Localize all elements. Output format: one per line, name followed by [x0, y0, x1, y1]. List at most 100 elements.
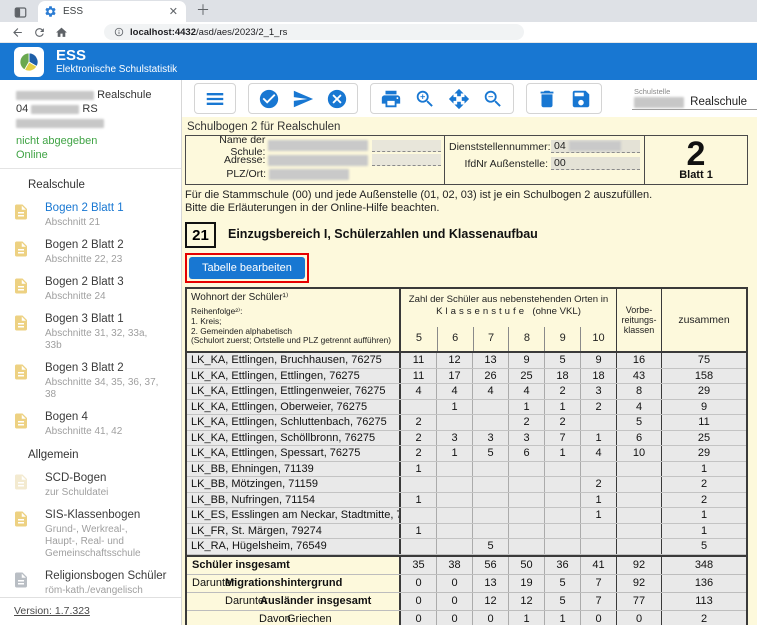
table-cell [401, 508, 437, 523]
adresse-field-2[interactable] [372, 154, 441, 166]
status-submission: nicht abgegeben [16, 134, 181, 148]
table-cell: 38 [437, 557, 473, 574]
section-title: Einzugsbereich I, Schülerzahlen und Klas… [228, 227, 538, 241]
ess-logo-icon [14, 47, 44, 77]
tab-actions-icon[interactable] [6, 3, 34, 21]
info-icon[interactable] [114, 27, 124, 37]
table-cell: 4 [509, 384, 545, 399]
dienststellennummer-label: Dienststellennummer: [449, 141, 551, 153]
sidebar-item[interactable]: SCD-Bogenzur Schuldatei [0, 467, 181, 504]
table-cell [545, 539, 581, 554]
table-cell: 3 [509, 431, 545, 446]
sidebar: Realschule 04 RS nicht abgegeben Online … [0, 80, 182, 625]
table-row-label: LK_KA, Ettlingen, Oberweier, 76275 [187, 400, 401, 415]
table-cell: 1 [581, 431, 617, 446]
table-cell: 7 [581, 575, 617, 592]
table-row-label: LK_BB, Mötzingen, 71159 [187, 477, 401, 492]
table-cell: 12 [473, 593, 509, 610]
schulstelle-select[interactable]: Schulstelle Realschule ▼ [632, 87, 757, 110]
cancel-circle-button[interactable] [326, 88, 348, 110]
plz-label: PLZ/Ort: [189, 168, 269, 180]
table-row-label: LK_KA, Ettlingen, Ettlingen, 76275 [187, 369, 401, 384]
sidebar-section-title: Allgemein [0, 443, 181, 467]
url-field[interactable]: localhost:4432/asd/aes/2023/2_1_rs [104, 24, 524, 40]
back-icon[interactable] [8, 24, 26, 40]
sidebar-item[interactable]: Bogen 3 Blatt 2Abschnitte 34, 35, 36, 37… [0, 357, 181, 406]
table-cell: 41 [581, 557, 617, 574]
refresh-icon[interactable] [30, 24, 48, 40]
table-cell: 11 [401, 353, 437, 368]
dienststellennummer-field[interactable]: 04 [551, 140, 640, 153]
sidebar-item[interactable]: SIS-KlassenbogenGrund-, Werkreal-, Haupt… [0, 504, 181, 565]
table-cell: 2 [545, 415, 581, 430]
table-cell: 4 [437, 384, 473, 399]
plz-field[interactable] [269, 169, 349, 180]
sidebar-item[interactable]: Bogen 4Abschnitte 41, 42 [0, 406, 181, 443]
section-number-box: 21 [185, 222, 216, 248]
table-cell: 5 [473, 446, 509, 461]
sidebar-item-subtitle: Abschnitte 31, 32, 33a, 33b [45, 328, 163, 352]
delete-button[interactable] [536, 88, 558, 110]
table-cell: 16 [617, 353, 662, 368]
table-cell: 1 [401, 493, 437, 508]
table-row: LK_BB, Mötzingen, 7115922 [187, 477, 746, 493]
table-row-label: LK_BB, Nufringen, 71154 [187, 493, 401, 508]
table-cell: 0 [473, 611, 509, 625]
table-cell: 113 [662, 593, 746, 610]
sidebar-item-subtitle: Abschnitte 41, 42 [45, 426, 163, 438]
ifdnr-field[interactable]: 00 [551, 157, 640, 170]
table-cell [617, 493, 662, 508]
table-cell [545, 493, 581, 508]
adresse-field[interactable] [268, 155, 367, 166]
send-button[interactable] [292, 88, 314, 110]
move-button[interactable] [448, 88, 470, 110]
table-cell [617, 477, 662, 492]
name-field-2[interactable] [372, 140, 441, 152]
table-row: LK_KA, Ettlingen, Ettlingenweier, 762754… [187, 384, 746, 400]
table-row: LK_ES, Esslingen am Neckar, Stadtmitte, … [187, 508, 746, 524]
home-icon[interactable] [52, 24, 70, 40]
browser-tab[interactable]: ESS ✕ [38, 1, 186, 22]
table-cell: 1 [662, 508, 746, 523]
table-cell: 5 [545, 353, 581, 368]
table-cell: 5 [617, 415, 662, 430]
sheet-label: Blatt 1 [679, 169, 713, 181]
table-cell [437, 493, 473, 508]
table-cell: 0 [617, 611, 662, 625]
sidebar-item[interactable]: Bogen 2 Blatt 1Abschnitt 21 [0, 197, 181, 234]
check-circle-button[interactable] [258, 88, 280, 110]
table-cell: 18 [581, 369, 617, 384]
sidebar-item[interactable]: Bogen 2 Blatt 3Abschnitte 24 [0, 271, 181, 308]
table-cell: 2 [545, 384, 581, 399]
table-cell [437, 477, 473, 492]
table-cell: 36 [545, 557, 581, 574]
app-header: ESS Elektronische Schulstatistik [0, 43, 757, 80]
print-button[interactable] [380, 88, 402, 110]
table-row-label: LK_KA, Ettlingen, Bruchhausen, 76275 [187, 353, 401, 368]
tabelle-bearbeiten-button[interactable]: Tabelle bearbeiten [189, 257, 305, 279]
table-cell [581, 415, 617, 430]
url-text: localhost:4432/asd/aes/2023/2_1_rs [130, 27, 287, 38]
table-cell [437, 524, 473, 539]
table-cell [473, 400, 509, 415]
zoom-in-button[interactable] [414, 88, 436, 110]
name-field[interactable] [268, 140, 367, 151]
table-cell: 6 [617, 431, 662, 446]
table-cell: 8 [617, 384, 662, 399]
new-tab-button[interactable]: ＋ [196, 0, 210, 22]
sidebar-item[interactable]: Bogen 3 Blatt 1Abschnitte 31, 32, 33a, 3… [0, 308, 181, 357]
table-cell: 18 [545, 369, 581, 384]
table-row-label: LK_BB, Ehningen, 71139 [187, 462, 401, 477]
table-cell [509, 508, 545, 523]
table-cell: 2 [509, 415, 545, 430]
table-cell: 3 [437, 431, 473, 446]
highlight-rectangle: Tabelle bearbeiten [185, 253, 309, 283]
table-row: LK_KA, Ettlingen, Ettlingen, 76275111726… [187, 369, 746, 385]
save-button[interactable] [570, 88, 592, 110]
sidebar-item[interactable]: Religionsbogen Schülerröm-kath./evangeli… [0, 565, 181, 597]
zoom-out-button[interactable] [482, 88, 504, 110]
tab-close-icon[interactable]: ✕ [167, 5, 180, 18]
sidebar-item[interactable]: Bogen 2 Blatt 2Abschnitte 22, 23 [0, 234, 181, 271]
version-link[interactable]: Version: 1.7.323 [14, 605, 90, 617]
menu-button[interactable] [204, 88, 226, 110]
